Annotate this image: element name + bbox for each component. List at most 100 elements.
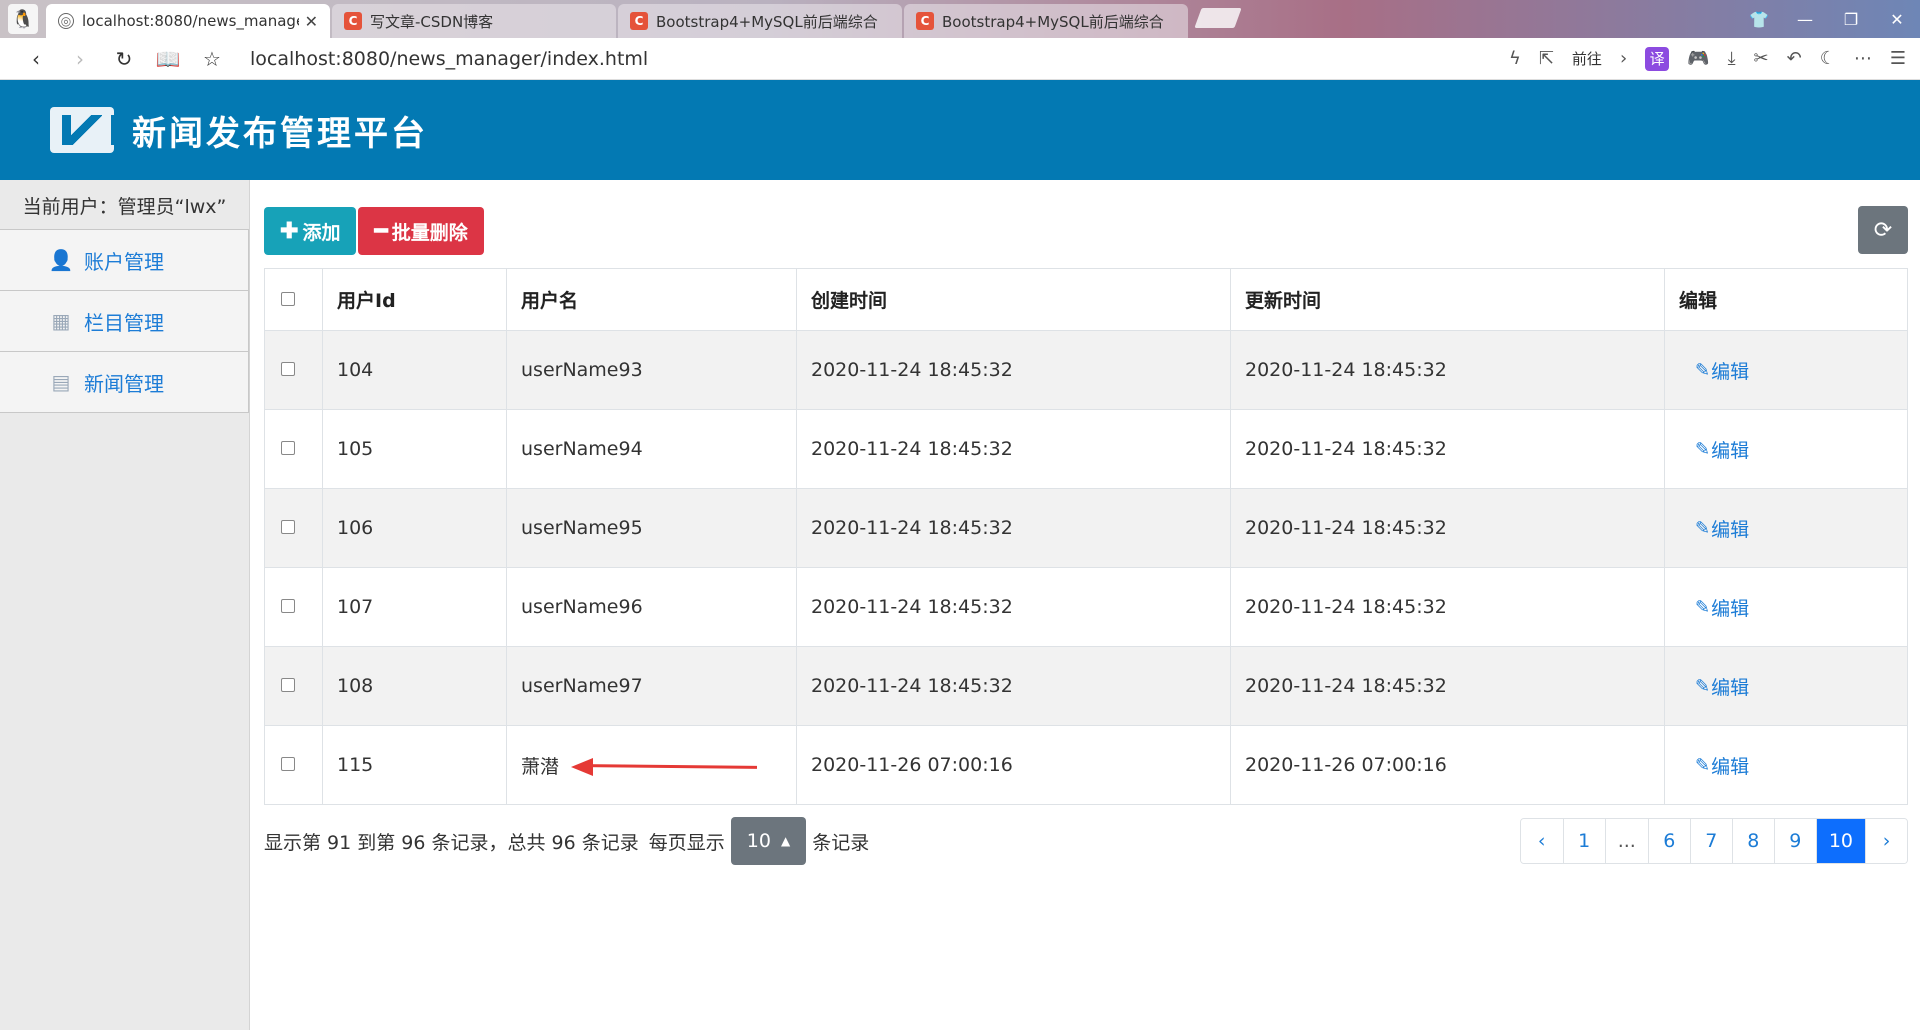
close-window-icon[interactable]: ✕	[1874, 10, 1920, 29]
reload-icon[interactable]: ↻	[102, 47, 146, 71]
edit-label: 编辑	[1711, 676, 1750, 699]
annotation-arrow	[571, 757, 761, 777]
browser-tab-4[interactable]: C Bootstrap4+MySQL前后端综合	[904, 4, 1188, 38]
profile-avatar[interactable]: 🐧	[8, 4, 38, 34]
refresh-button[interactable]: ⟳	[1858, 206, 1908, 254]
download-icon[interactable]: ⤓	[1728, 48, 1736, 69]
toolbar: ✚ 添加 ━ 批量删除	[264, 206, 1908, 256]
cell-created: 2020-11-24 18:45:32	[796, 409, 1231, 489]
cell-edit: ✎ 编辑	[1664, 646, 1908, 726]
pagination: ‹ 1 ... 6 7 8 9 10 ›	[1519, 818, 1908, 864]
add-button[interactable]: ✚ 添加	[264, 207, 357, 255]
per-page-suffix: 条记录	[812, 831, 870, 854]
edit-link[interactable]: ✎ 编辑	[1679, 594, 1749, 621]
page-6[interactable]: 6	[1647, 819, 1690, 863]
row-checkbox[interactable]	[281, 599, 295, 613]
table-row: 106 userName95 2020-11-24 18:45:32 2020-…	[264, 488, 1908, 568]
select-all-checkbox[interactable]	[281, 291, 295, 306]
undo-icon[interactable]: ↶	[1787, 48, 1802, 69]
sidebar-item-accounts[interactable]: 👤 账户管理	[0, 229, 249, 291]
cell-edit: ✎ 编辑	[1664, 409, 1908, 489]
pagination-summary: 显示第 91 到第 96 条记录，总共 96 条记录	[264, 831, 639, 854]
sidebar: 当前用户：管理员“lwx” 👤 账户管理 ▦ 栏目管理 ▤ 新闻管理	[0, 180, 250, 1030]
page-size-dropdown[interactable]: 10 ▲	[730, 817, 807, 865]
cell-id: 105	[322, 409, 507, 489]
menu-icon[interactable]: ☰	[1890, 48, 1906, 69]
cell-edit: ✎ 编辑	[1664, 488, 1908, 568]
edit-link[interactable]: ✎ 编辑	[1679, 752, 1749, 779]
edit-label: 编辑	[1711, 439, 1750, 462]
cell-edit: ✎ 编辑	[1664, 725, 1908, 805]
cell-edit: ✎ 编辑	[1664, 330, 1908, 410]
new-tab-button[interactable]	[1194, 8, 1242, 28]
restore-icon[interactable]: ❐	[1828, 10, 1874, 29]
bolt-icon[interactable]: ϟ	[1509, 48, 1521, 69]
header-edit: 编辑	[1664, 268, 1908, 331]
cell-created: 2020-11-24 18:45:32	[796, 567, 1231, 647]
sidebar-item-news[interactable]: ▤ 新闻管理	[0, 351, 249, 413]
page-next[interactable]: ›	[1865, 819, 1907, 863]
tab-title: Bootstrap4+MySQL前后端综合	[942, 12, 1164, 31]
page-prev[interactable]: ‹	[1520, 819, 1563, 863]
browser-tab-bar: 🐧 ◎ localhost:8080/news_manage ✕ C 写文章-C…	[0, 0, 1920, 38]
cell-created: 2020-11-24 18:45:32	[796, 646, 1231, 726]
globe-icon: ◎	[58, 13, 74, 29]
main-content: ✚ 添加 ━ 批量删除 ⟳ 用户Id 用户名 创建时间 更新时间 编辑 104 …	[250, 180, 1920, 1030]
browser-tab-3[interactable]: C Bootstrap4+MySQL前后端综合	[618, 4, 902, 38]
table-row: 108 userName97 2020-11-24 18:45:32 2020-…	[264, 646, 1908, 726]
browser-tab-1[interactable]: ◎ localhost:8080/news_manage ✕	[46, 4, 330, 38]
cell-updated: 2020-11-24 18:45:32	[1230, 488, 1665, 568]
tab-title: 写文章-CSDN博客	[370, 12, 494, 31]
page-7[interactable]: 7	[1689, 819, 1732, 863]
cell-created: 2020-11-26 07:00:16	[796, 725, 1231, 805]
gamepad-icon[interactable]: 🎮	[1687, 48, 1709, 69]
table-row: 107 userName96 2020-11-24 18:45:32 2020-…	[264, 567, 1908, 647]
csdn-icon: C	[916, 12, 934, 30]
forward-icon[interactable]: ›	[58, 47, 102, 71]
edit-link[interactable]: ✎ 编辑	[1679, 436, 1749, 463]
sidebar-item-columns[interactable]: ▦ 栏目管理	[0, 290, 249, 352]
star-icon[interactable]: ☆	[190, 47, 234, 71]
scissors-icon[interactable]: ✂	[1754, 48, 1769, 69]
row-checkbox[interactable]	[281, 757, 295, 771]
table-footer: 显示第 91 到第 96 条记录，总共 96 条记录 每页显示 10 ▲ 条记录…	[264, 817, 1908, 865]
moon-icon[interactable]: ☾	[1820, 48, 1836, 69]
edit-icon: ✎	[1695, 359, 1711, 381]
tab-title: localhost:8080/news_manage	[82, 12, 299, 30]
minimize-icon[interactable]: —	[1782, 10, 1828, 29]
edit-link[interactable]: ✎ 编辑	[1679, 673, 1749, 700]
table-row: 115 萧潜 2020-11-26 07:00:16 2020-11-26 07…	[264, 725, 1908, 805]
translate-icon[interactable]: 译	[1645, 46, 1670, 71]
page-10[interactable]: 10	[1815, 819, 1865, 863]
more-icon[interactable]: ⋯	[1854, 48, 1872, 69]
edit-link[interactable]: ✎ 编辑	[1679, 357, 1749, 384]
table-row: 105 userName94 2020-11-24 18:45:32 2020-…	[264, 409, 1908, 489]
page-8[interactable]: 8	[1731, 819, 1774, 863]
reader-icon[interactable]: 📖	[146, 47, 190, 71]
address-bar[interactable]: localhost:8080/news_manager/index.html	[250, 48, 1509, 70]
share-icon[interactable]: ⇱	[1539, 48, 1554, 69]
edit-icon: ✎	[1695, 517, 1711, 539]
back-icon[interactable]: ‹	[14, 47, 58, 71]
row-checkbox[interactable]	[281, 441, 295, 455]
cell-edit: ✎ 编辑	[1664, 567, 1908, 647]
browser-tab-2[interactable]: C 写文章-CSDN博客	[332, 4, 616, 38]
cell-id: 104	[322, 330, 507, 410]
app-header: 新闻发布管理平台	[0, 80, 1920, 180]
goto-button[interactable]: 前往	[1572, 48, 1602, 69]
row-checkbox[interactable]	[281, 362, 295, 376]
batch-delete-button[interactable]: ━ 批量删除	[358, 207, 484, 255]
cell-name: userName95	[506, 488, 797, 568]
page-1[interactable]: 1	[1562, 819, 1605, 863]
edit-icon: ✎	[1695, 754, 1711, 776]
minus-icon: ━	[374, 218, 388, 243]
page-9[interactable]: 9	[1773, 819, 1816, 863]
row-checkbox[interactable]	[281, 520, 295, 534]
sidebar-item-label: 栏目管理	[84, 310, 164, 335]
close-icon[interactable]: ✕	[305, 12, 318, 31]
app-title: 新闻发布管理平台	[132, 113, 428, 154]
row-checkbox[interactable]	[281, 678, 295, 692]
shirt-icon[interactable]: 👕	[1736, 10, 1782, 29]
edit-link[interactable]: ✎ 编辑	[1679, 515, 1749, 542]
header-updated: 更新时间	[1230, 268, 1665, 331]
